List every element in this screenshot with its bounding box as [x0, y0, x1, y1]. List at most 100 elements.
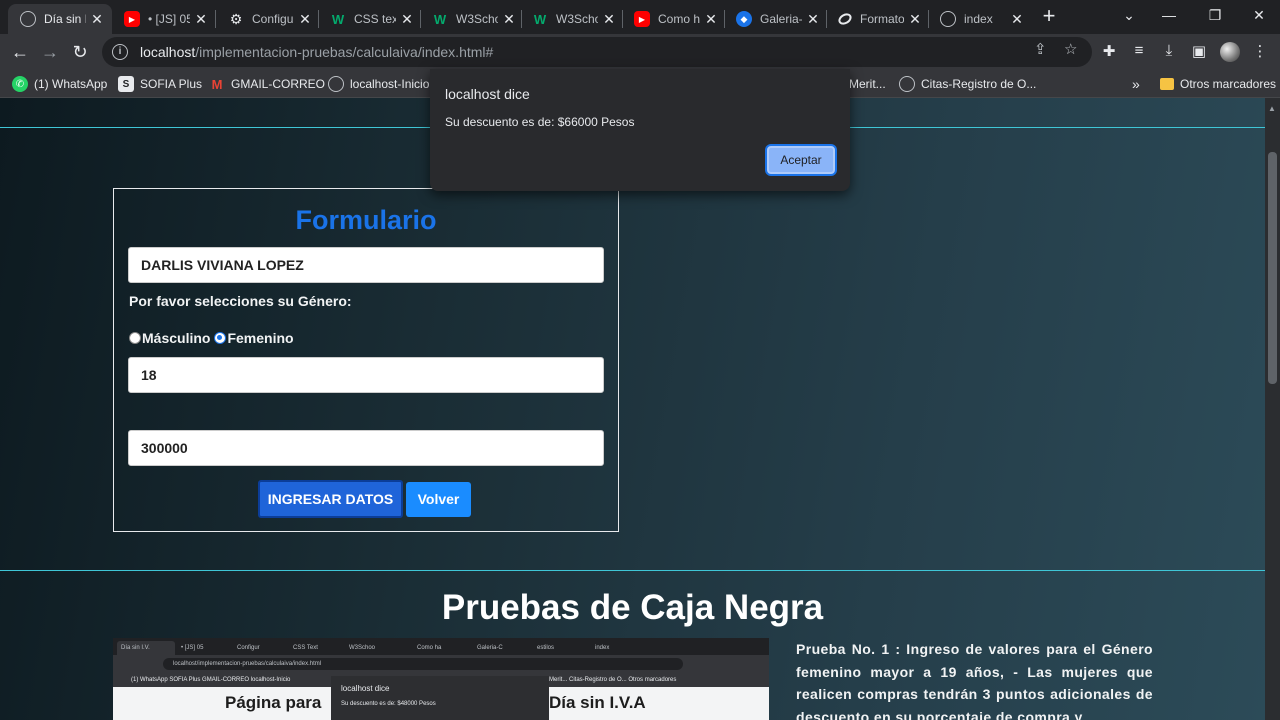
bookmark-label: (1) WhatsApp	[34, 77, 108, 91]
tab-title: W3Scho	[456, 12, 498, 26]
close-icon[interactable]: ✕	[1010, 11, 1024, 28]
tab-title: Galeria-	[760, 12, 802, 26]
tab-title: Día sin I	[44, 12, 86, 26]
new-tab-button[interactable]: +	[1036, 4, 1062, 30]
close-icon[interactable]: ✕	[400, 11, 414, 28]
formato-icon	[836, 11, 854, 27]
bookmark-star-icon[interactable]: ☆	[1064, 40, 1077, 58]
w3schools-icon: W	[331, 11, 345, 27]
tab-title: W3Scho	[556, 12, 598, 26]
divider	[0, 570, 1265, 571]
w3schools-icon: W	[433, 11, 447, 27]
close-icon[interactable]: ✕	[194, 11, 208, 28]
other-bookmarks-folder[interactable]: Otros marcadores	[1160, 75, 1276, 93]
gmail-icon: M	[211, 76, 223, 92]
bookmark-gmail[interactable]: M GMAIL-CORREO	[209, 75, 325, 93]
globe-icon	[328, 76, 344, 92]
side-panel-icon[interactable]: ▣	[1189, 42, 1209, 62]
youtube-icon: ▶	[634, 11, 650, 27]
thumb-alert: localhost dice Su descuento es de: $4800…	[331, 676, 549, 720]
thumb-tab: estilos	[537, 645, 555, 651]
tab-w3schools-1[interactable]: W W3Scho ✕	[420, 4, 524, 34]
site-info-icon[interactable]: i	[112, 44, 128, 60]
bookmark-localhost-inicio[interactable]: localhost-Inicio	[328, 75, 429, 93]
close-icon[interactable]: ✕	[602, 11, 616, 28]
close-icon[interactable]: ✕	[704, 11, 718, 28]
sofia-icon: S	[118, 76, 134, 92]
tab-index[interactable]: index ✕	[928, 4, 1032, 34]
restore-icon[interactable]: ❐	[1192, 0, 1238, 30]
thumb-tab: • [JS] 05	[181, 645, 204, 651]
female-radio[interactable]	[214, 332, 227, 344]
tab-title: index	[964, 12, 993, 26]
thumb-tab: W3Schoo	[349, 645, 376, 651]
thumb-heading-left: Página para	[225, 693, 322, 712]
scrollbar-thumb[interactable]	[1268, 152, 1277, 384]
tab-js-05[interactable]: ▶ • [JS] 05 ✕	[112, 4, 216, 34]
profile-avatar[interactable]	[1220, 42, 1240, 62]
address-bar[interactable]: i localhost/implementacion-pruebas/calcu…	[102, 37, 1092, 67]
reload-icon[interactable]: ↻	[66, 38, 94, 66]
menu-icon[interactable]: ⋮	[1250, 42, 1270, 62]
alert-title: localhost dice	[445, 86, 530, 102]
youtube-icon: ▶	[124, 11, 140, 27]
thumb-url: localhost/implementacion-pruebas/calcula…	[163, 658, 683, 670]
male-radio-label[interactable]: Másculino	[142, 330, 210, 346]
media-queue-icon[interactable]: ≡	[1129, 42, 1149, 62]
bookmark-citas-registro[interactable]: Citas-Registro de O...	[899, 75, 1036, 93]
thumb-tab: Galeria-C	[477, 645, 503, 651]
whatsapp-icon: ✆	[12, 76, 28, 92]
scroll-up-icon[interactable]: ▲	[1268, 104, 1276, 113]
tab-dia-sin-iva[interactable]: Día sin I ✕	[8, 4, 112, 34]
back-button[interactable]: Volver	[406, 482, 471, 517]
close-icon[interactable]: ✕	[90, 11, 104, 28]
close-icon[interactable]: ✕	[298, 11, 312, 28]
window-close-icon[interactable]: ✕	[1236, 0, 1280, 30]
thumb-tab: CSS Text	[293, 645, 318, 651]
tab-title: Configur	[252, 12, 294, 26]
close-icon[interactable]: ✕	[502, 11, 516, 28]
age-input[interactable]	[128, 357, 604, 393]
tab-como-hacer[interactable]: ▶ Como h ✕	[622, 4, 726, 34]
more-bookmarks-icon[interactable]: »	[1132, 75, 1140, 93]
extensions-icon[interactable]: ✚	[1099, 42, 1119, 62]
bookmark-whatsapp[interactable]: ✆ (1) WhatsApp	[12, 75, 107, 93]
thumb-tab: Como ha	[417, 645, 442, 651]
submit-button[interactable]: INGRESAR DATOS	[258, 480, 403, 518]
gender-prompt-label: Por favor selecciones su Género:	[129, 293, 352, 309]
thumb-tab: Día sin I.V.	[117, 641, 175, 655]
globe-icon	[899, 76, 915, 92]
tab-w3schools-2[interactable]: W W3Scho ✕	[520, 4, 624, 34]
w3schools-icon: W	[533, 11, 547, 27]
name-input[interactable]	[128, 247, 604, 283]
thumb-heading-right: Día sin I.V.A	[549, 693, 646, 712]
female-radio-label[interactable]: Femenino	[227, 330, 293, 346]
male-radio[interactable]	[129, 332, 141, 344]
tab-galeria[interactable]: ◆ Galeria- ✕	[724, 4, 828, 34]
close-icon[interactable]: ✕	[908, 11, 922, 28]
forward-icon[interactable]: →	[36, 38, 64, 66]
back-icon[interactable]: ←	[6, 38, 34, 66]
tab-title: Formato	[860, 12, 904, 26]
gender-radio-group: Másculino Femenino	[129, 330, 294, 346]
tab-configuracion[interactable]: ⚙ Configur ✕	[216, 4, 320, 34]
share-icon[interactable]: ⇪	[1034, 40, 1047, 58]
tab-formato[interactable]: Formato ✕	[826, 4, 930, 34]
thumb-tab: index	[595, 645, 610, 651]
accept-button[interactable]: Aceptar	[767, 146, 835, 174]
tab-css-text[interactable]: W CSS text ✕	[318, 4, 422, 34]
globe-icon	[940, 11, 956, 27]
close-icon[interactable]: ✕	[806, 11, 820, 28]
thumb-tab-strip: Día sin I.V. • [JS] 05 Configur CSS Text…	[113, 638, 769, 655]
download-icon[interactable]: ⤓	[1159, 42, 1179, 62]
bookmark-label: GMAIL-CORREO	[231, 77, 326, 91]
amount-input[interactable]	[128, 430, 604, 466]
thumb-bookmarks-right: Merit... Citas-Registro de O... Otros ma…	[549, 677, 677, 683]
tab-title: CSS text	[354, 12, 396, 26]
section-title: Pruebas de Caja Negra	[441, 588, 824, 627]
minimize-icon[interactable]: —	[1146, 0, 1192, 30]
bookmark-merit[interactable]: Merit...	[849, 75, 886, 93]
tab-title: Como h	[658, 12, 700, 26]
bookmark-sofia-plus[interactable]: S SOFIA Plus	[118, 75, 202, 93]
test-description: Prueba No. 1 : Ingreso de valores para e…	[796, 641, 1153, 720]
